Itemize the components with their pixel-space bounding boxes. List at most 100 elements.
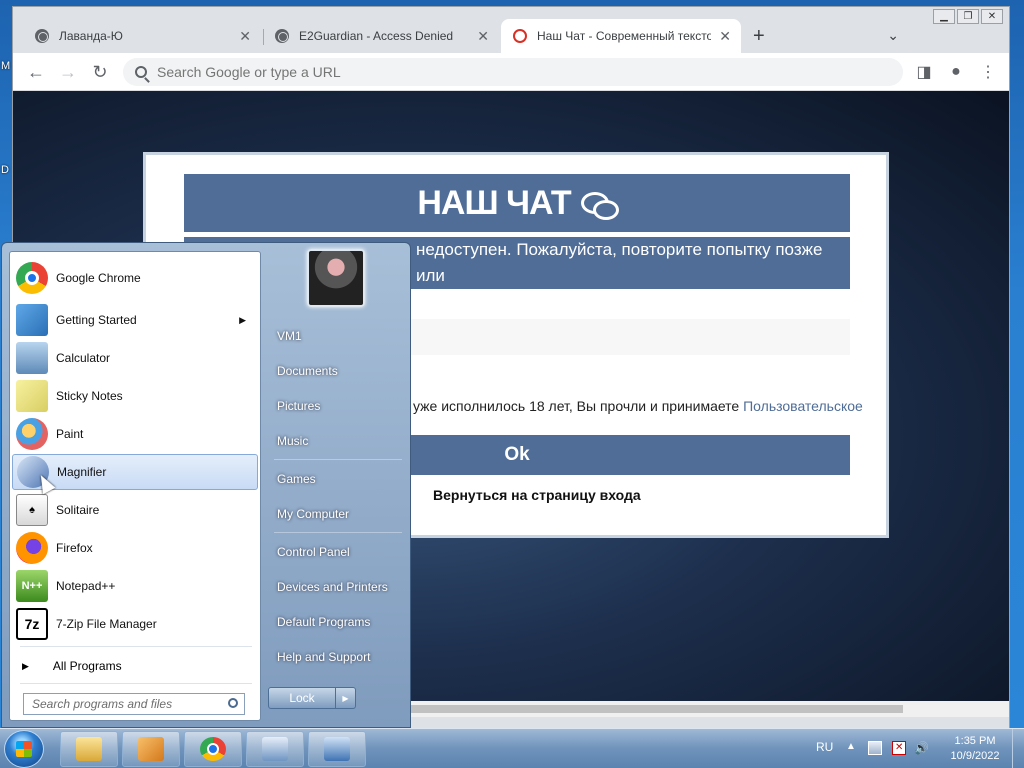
volume-icon[interactable]: 🔊 [914,741,929,755]
taskbar-explorer[interactable] [60,731,118,767]
reload-button[interactable]: ↻ [87,59,113,85]
chat-bubbles-icon [580,190,619,220]
start-item-label: Calculator [56,351,111,365]
taskbar-control-panel[interactable] [308,731,366,767]
all-programs-button[interactable]: ▶ All Programs [12,649,258,683]
desktop-icon-label[interactable]: D [1,164,9,176]
start-item-paint[interactable]: Paint [12,416,258,452]
windows-logo-icon [16,741,32,757]
taskbar: RU ▲ 🔊 1:35 PM 10/9/2022 [0,728,1024,768]
tab-search-button[interactable]: ⌄ [887,27,899,44]
help-and-support-link[interactable]: Help and Support [268,640,406,673]
globe-icon [275,29,289,43]
start-item-label: Magnifier [57,465,107,479]
action-center-icon[interactable] [892,741,906,755]
start-item-label: 7-Zip File Manager [56,617,157,631]
start-item-label: Google Chrome [56,271,141,285]
start-button[interactable] [4,730,44,768]
profile-button[interactable]: ● [943,59,969,85]
taskbar-remote-desktop[interactable] [246,731,304,767]
start-item-label: Firefox [56,541,93,555]
seven-zip-icon: 7z [16,608,48,640]
start-item-getting-started[interactable]: Getting Started ▶ [12,302,258,338]
start-item-solitaire[interactable]: ♠ Solitaire [12,492,258,528]
network-icon[interactable] [868,741,882,755]
start-menu-divider [20,646,252,647]
consent-text: уже исполнилось 18 лет, Вы прочли и прин… [413,398,863,414]
default-programs-link[interactable]: Default Programs [268,605,406,638]
chrome-icon [16,262,48,294]
forward-button[interactable]: → [55,59,81,85]
user-name-link[interactable]: VM1 [268,319,406,352]
show-hidden-icons-button[interactable]: ▲ [846,741,856,752]
user-avatar[interactable] [307,249,365,307]
tab-title: Лаванда-Ю [59,29,123,43]
user-agreement-link[interactable]: Пользовательское [743,398,863,414]
start-item-label: Paint [56,427,84,441]
address-bar[interactable] [123,58,903,86]
system-clock[interactable]: 1:35 PM 10/9/2022 [940,734,1010,764]
control-panel-link[interactable]: Control Panel [268,535,406,568]
start-item-firefox[interactable]: Firefox [12,530,258,566]
tab-e2guardian[interactable]: E2Guardian - Access Denied ✕ [263,19,499,53]
search-icon [135,66,147,78]
close-tab-icon[interactable]: ✕ [239,28,251,45]
close-tab-icon[interactable]: ✕ [719,28,731,45]
language-indicator[interactable]: RU [816,740,833,754]
lock-button[interactable]: Lock [268,687,336,709]
control-panel-icon [324,737,350,761]
submenu-arrow-icon: ▶ [239,314,246,325]
all-programs-arrow-icon: ▶ [22,660,29,671]
desktop-icon-label[interactable]: M [1,60,10,72]
folder-icon [76,737,102,761]
chrome-icon [200,737,226,761]
address-input[interactable] [157,64,849,80]
taskbar-media-player[interactable] [122,731,180,767]
page-header: НАШ ЧАТ [184,174,850,232]
solitaire-icon: ♠ [16,494,48,526]
tab-nash-chat[interactable]: Наш Чат - Современный текстовы ✕ [501,19,741,53]
remote-desktop-icon [262,737,288,761]
clock-time: 1:35 PM [954,735,996,747]
page-title: НАШ ЧАТ [417,183,571,222]
start-item-notepad-plus-plus[interactable]: N++ Notepad++ [12,568,258,604]
calculator-icon [16,342,48,374]
tab-title: E2Guardian - Access Denied [299,29,454,43]
close-tab-icon[interactable]: ✕ [477,28,489,45]
consent-label: уже исполнилось 18 лет, Вы прочли и прин… [413,398,744,414]
documents-link[interactable]: Documents [268,354,406,387]
back-to-login-link[interactable]: Вернуться на страницу входа [433,487,641,503]
search-icon[interactable] [228,698,238,708]
chrome-menu-button[interactable]: ⋮ [975,59,1001,85]
start-item-sticky-notes[interactable]: Sticky Notes [12,378,258,414]
tab-lavanda[interactable]: Лаванда-Ю ✕ [23,19,261,53]
games-link[interactable]: Games [268,462,406,495]
lock-options-arrow-icon[interactable]: ▶ [336,687,356,709]
start-item-label: Solitaire [56,503,100,517]
taskbar-chrome[interactable] [184,731,242,767]
clock-date: 10/9/2022 [950,750,1000,762]
start-item-google-chrome[interactable]: Google Chrome [12,260,258,296]
scrollbar-thumb[interactable] [411,705,903,713]
start-menu-divider [274,532,402,533]
start-item-calculator[interactable]: Calculator [12,340,258,376]
pictures-link[interactable]: Pictures [268,389,406,422]
show-desktop-button[interactable] [1012,729,1024,768]
start-search-box[interactable]: Search programs and files [23,693,245,715]
chat-favicon-icon [513,29,527,43]
new-tab-button[interactable]: + [753,25,765,48]
start-item-7zip[interactable]: 7z 7-Zip File Manager [12,606,258,642]
my-computer-link[interactable]: My Computer [268,497,406,530]
paint-icon [16,418,48,450]
start-menu-divider [20,683,252,684]
firefox-icon [16,532,48,564]
devices-and-printers-link[interactable]: Devices and Printers [268,570,406,603]
tab-title: Наш Чат - Современный текстовы [537,29,712,43]
music-link[interactable]: Music [268,424,406,457]
start-item-label: Notepad++ [56,579,116,593]
side-panel-button[interactable]: ◨ [911,59,937,85]
back-button[interactable]: ← [23,59,49,85]
notepad-plus-plus-icon: N++ [16,570,48,602]
sticky-notes-icon [16,380,48,412]
start-item-label: Sticky Notes [56,389,123,403]
